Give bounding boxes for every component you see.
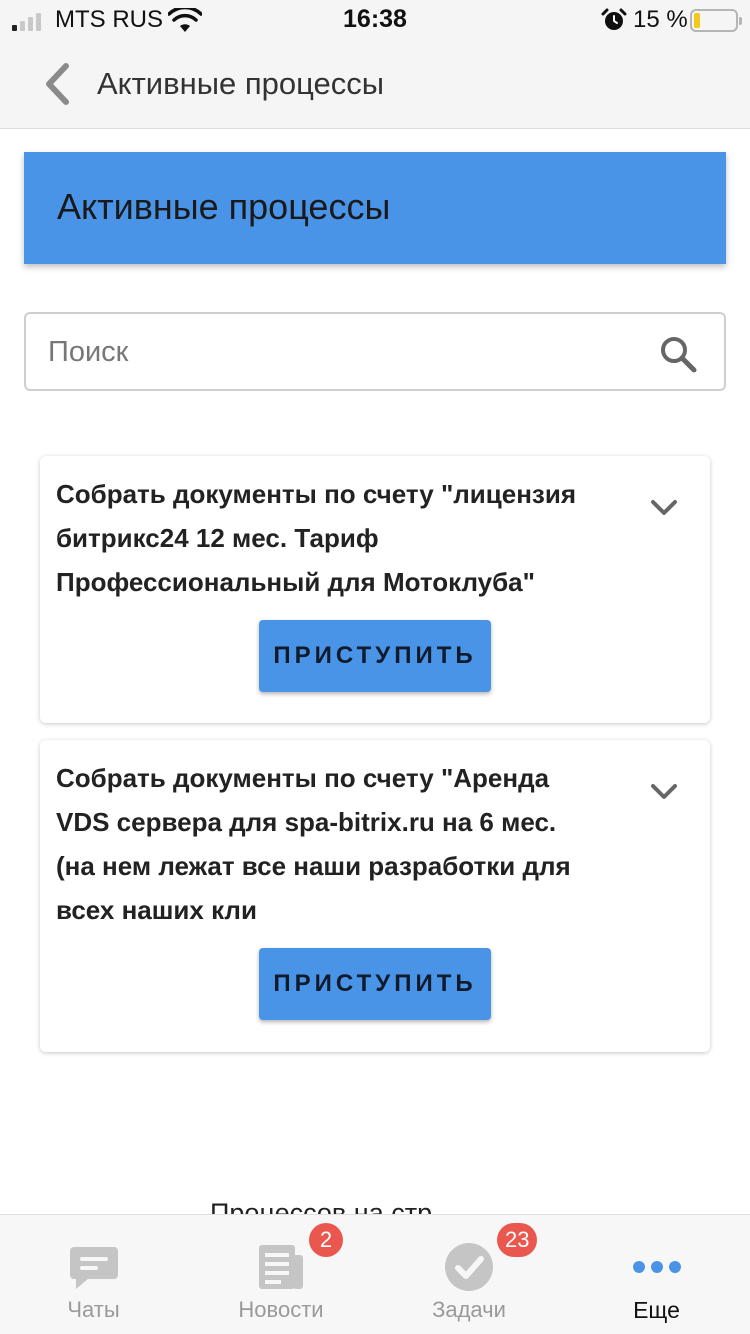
start-process-button[interactable]: ПРИСТУПИТЬ	[259, 620, 491, 692]
alarm-icon	[601, 8, 627, 30]
battery-icon	[690, 9, 742, 32]
process-card: Собрать документы по счету "Аренда VDS с…	[40, 740, 710, 1052]
news-count-badge: 2	[309, 1223, 343, 1257]
search-input[interactable]	[48, 326, 628, 378]
status-bar: MTS RUS 16:38 15 %	[0, 0, 750, 40]
start-process-button[interactable]: ПРИСТУПИТЬ	[259, 948, 491, 1020]
news-icon	[259, 1245, 303, 1289]
tab-tasks[interactable]: 23 Задачи	[375, 1215, 563, 1334]
tab-label: Чаты	[67, 1297, 120, 1322]
more-dots-icon	[632, 1261, 681, 1273]
battery-percent: 15 %	[633, 6, 688, 33]
tab-more[interactable]: Еще	[563, 1215, 750, 1334]
process-title: Собрать документы по счету "лицензия бит…	[56, 479, 576, 597]
page-title: Активные процессы	[57, 186, 391, 227]
chevron-left-icon[interactable]	[40, 62, 76, 106]
navigation-bar: Активные процессы	[0, 40, 750, 129]
page-header-card: Активные процессы	[24, 152, 726, 264]
tab-chats[interactable]: Чаты	[0, 1215, 187, 1334]
tab-news[interactable]: 2 Новости	[187, 1215, 375, 1334]
tasks-check-icon	[445, 1243, 493, 1291]
tasks-count-badge: 23	[497, 1223, 538, 1257]
tab-label: Еще	[633, 1297, 680, 1323]
nav-title: Активные процессы	[97, 66, 385, 101]
search-icon[interactable]	[658, 334, 698, 374]
chevron-down-icon[interactable]	[646, 490, 682, 526]
chat-icon	[69, 1247, 118, 1289]
battery-level-fill	[694, 13, 700, 28]
process-card: Собрать документы по счету "лицензия бит…	[40, 456, 710, 723]
tab-label: Задачи	[432, 1297, 506, 1322]
process-title: Собрать документы по счету "Аренда VDS с…	[56, 763, 571, 925]
tab-bar: Чаты 2 Новости 23 Задачи Еще	[0, 1214, 750, 1334]
chevron-down-icon[interactable]	[646, 774, 682, 810]
search-box	[24, 312, 726, 391]
tab-label: Новости	[238, 1297, 324, 1322]
